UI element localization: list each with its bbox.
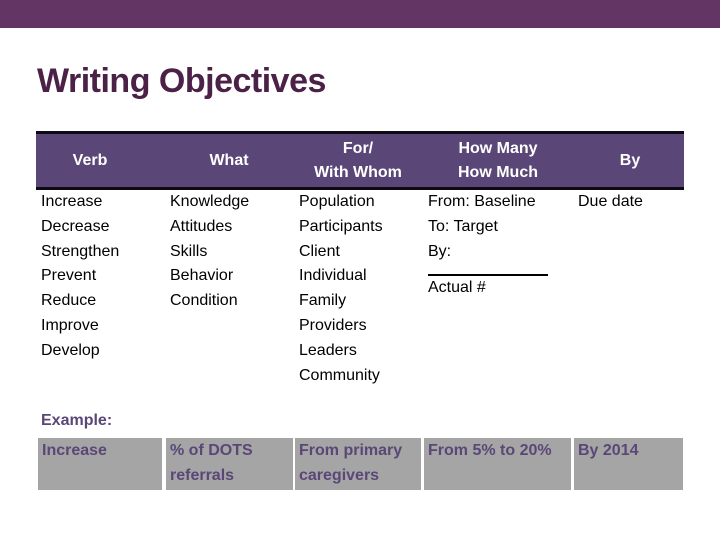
how-much-column: From: Baseline To: Target By: Actual # bbox=[428, 190, 548, 301]
top-banner bbox=[0, 0, 720, 28]
header-for-whom-line1: For/ bbox=[342, 139, 374, 157]
for-whom-item: Family bbox=[299, 292, 347, 310]
example-for-whom-line1: From primary bbox=[299, 442, 403, 459]
for-whom-item: Participants bbox=[299, 217, 383, 235]
example-how-much-text: From 5% to 20% bbox=[428, 442, 552, 459]
example-for-whom-line2: caregivers bbox=[299, 467, 380, 484]
example-cell-what: % of DOTS referrals bbox=[166, 438, 293, 490]
page-title: Writing Objectives bbox=[37, 62, 326, 100]
example-cell-by: By 2014 bbox=[574, 438, 683, 490]
how-much-actual: Actual # bbox=[428, 279, 486, 297]
example-label: Example: bbox=[41, 412, 113, 429]
for-whom-item: Client bbox=[299, 242, 340, 260]
verb-item: Increase bbox=[41, 193, 103, 210]
header-verb-label: Verb bbox=[72, 151, 108, 169]
what-item: Condition bbox=[170, 292, 238, 310]
example-cell-verb: Increase bbox=[38, 438, 162, 490]
for-whom-item: Population bbox=[299, 193, 375, 210]
verb-item: Improve bbox=[41, 316, 99, 334]
header-by: By bbox=[576, 134, 684, 187]
verb-item: Develop bbox=[41, 341, 100, 359]
verb-item: Decrease bbox=[41, 217, 110, 235]
header-how-much: How Many How Much bbox=[422, 134, 574, 187]
header-for-whom-line2: With Whom bbox=[314, 163, 402, 181]
verb-item: Reduce bbox=[41, 292, 97, 310]
example-what-line1: % of DOTS bbox=[170, 442, 253, 459]
what-item: Behavior bbox=[170, 267, 234, 285]
example-cell-how-much: From 5% to 20% bbox=[424, 438, 571, 490]
what-column: Knowledge Attitudes Skills Behavior Cond… bbox=[170, 190, 249, 314]
for-whom-item: Community bbox=[299, 366, 380, 384]
header-how-much-line2: How Much bbox=[458, 163, 538, 181]
table-header-row: Verb What For/ With Whom How Many How Mu… bbox=[36, 131, 684, 190]
for-whom-item: Leaders bbox=[299, 341, 357, 359]
for-whom-item: Individual bbox=[299, 267, 367, 285]
verb-item: Strengthen bbox=[41, 242, 120, 260]
how-much-to: To: Target bbox=[428, 217, 498, 235]
by-column: Due date bbox=[578, 190, 643, 215]
example-cell-for-whom: From primary caregivers bbox=[295, 438, 421, 490]
header-for-whom: For/ With Whom bbox=[290, 134, 426, 187]
for-whom-item: Providers bbox=[299, 316, 367, 334]
what-item: Attitudes bbox=[170, 217, 233, 235]
header-what-label: What bbox=[209, 151, 249, 169]
header-how-much-line1: How Many bbox=[458, 139, 538, 157]
example-by-text: By 2014 bbox=[578, 442, 639, 459]
how-much-by: By: bbox=[428, 242, 452, 260]
how-much-from: From: Baseline bbox=[428, 193, 536, 210]
header-by-label: By bbox=[619, 151, 641, 169]
header-verb: Verb bbox=[36, 134, 144, 187]
for-whom-column: Population Participants Client Individua… bbox=[299, 190, 383, 388]
example-what-line2: referrals bbox=[170, 467, 235, 484]
by-item: Due date bbox=[578, 193, 643, 210]
example-verb-text: Increase bbox=[42, 442, 107, 459]
what-item: Skills bbox=[170, 242, 208, 260]
what-item: Knowledge bbox=[170, 193, 250, 210]
slide: Writing Objectives Verb What For/ With W… bbox=[0, 0, 720, 540]
header-what: What bbox=[164, 134, 294, 187]
verb-column: Increase Decrease Strengthen Prevent Red… bbox=[41, 190, 119, 364]
verb-item: Prevent bbox=[41, 267, 97, 285]
objectives-table: Verb What For/ With Whom How Many How Mu… bbox=[36, 131, 684, 190]
